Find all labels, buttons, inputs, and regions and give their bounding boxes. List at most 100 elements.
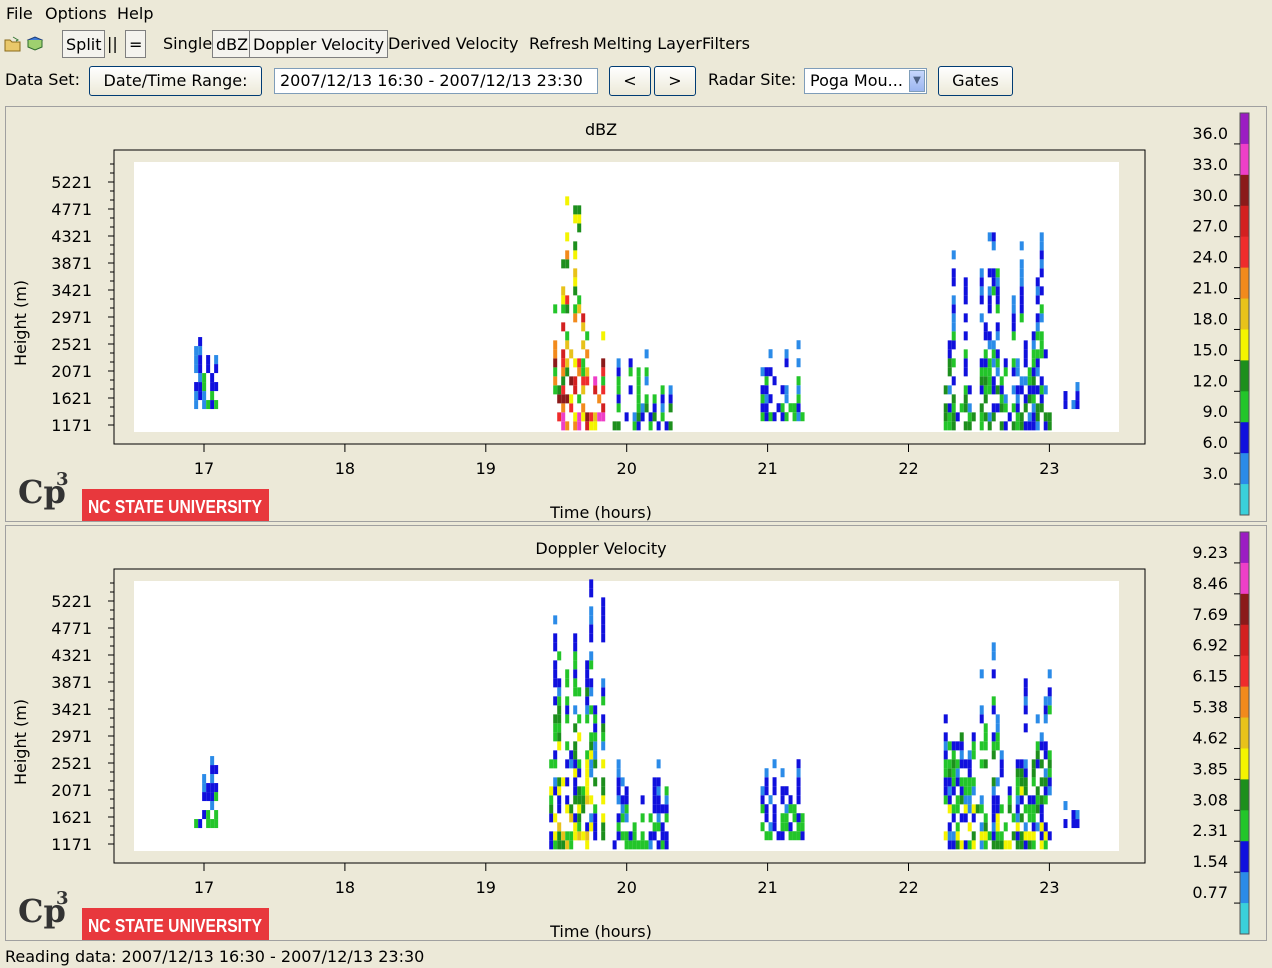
chevron-down-icon[interactable]: ▼: [909, 70, 925, 92]
heat-cell: [1011, 403, 1016, 413]
heat-cell: [796, 822, 801, 832]
menu-options[interactable]: Options: [45, 4, 107, 23]
heat-cell: [652, 412, 657, 422]
heat-cell: [788, 822, 793, 832]
heat-cell: [792, 813, 797, 823]
colorbar-segment: [1240, 748, 1249, 780]
heat-cell: [979, 714, 984, 724]
heat-cell: [1031, 421, 1036, 431]
heat-cell: [1035, 349, 1040, 359]
heat-cell: [589, 687, 594, 697]
heat-cell: [206, 364, 211, 374]
heat-cell: [796, 358, 801, 368]
heat-cell: [624, 813, 629, 823]
heat-cell: [995, 286, 1000, 296]
heat-cell: [947, 358, 952, 368]
heat-cell: [999, 768, 1004, 778]
menu-help[interactable]: Help: [117, 4, 153, 23]
heat-cell: [593, 831, 598, 841]
heat-cell: [995, 804, 1000, 814]
heat-cell: [1011, 313, 1016, 323]
heat-cell: [1019, 376, 1024, 386]
heat-cell: [1027, 421, 1032, 431]
heat-cell: [553, 750, 558, 760]
heat-cell: [214, 355, 219, 365]
y-tick-label: 5221: [51, 173, 92, 192]
heat-cell: [620, 804, 625, 814]
heat-cell: [593, 376, 598, 386]
heat-cell: [620, 795, 625, 805]
open-folder-icon[interactable]: [4, 36, 22, 52]
heat-cell: [1011, 421, 1016, 431]
date-range-field[interactable]: 2007/12/13 16:30 - 2007/12/13 23:30: [274, 68, 598, 94]
heat-cell: [549, 759, 554, 769]
heat-cell: [573, 642, 578, 652]
single-button[interactable]: Single: [160, 30, 215, 58]
heat-cell: [589, 651, 594, 661]
heat-cell: [967, 759, 972, 769]
heat-cell: [1039, 831, 1044, 841]
book-icon[interactable]: [26, 36, 44, 52]
heat-cell: [1023, 840, 1028, 850]
heat-cell: [983, 723, 988, 733]
heat-cell: [1071, 400, 1076, 410]
heat-cell: [979, 669, 984, 679]
heat-cell: [202, 810, 207, 820]
heat-cell: [577, 295, 582, 305]
heat-cell: [1031, 777, 1036, 787]
heat-cell: [585, 840, 590, 850]
heat-cell: [971, 732, 976, 742]
heat-cell: [1035, 331, 1040, 341]
heat-cell: [553, 831, 558, 841]
refresh-button[interactable]: Refresh: [526, 30, 592, 58]
heat-cell: [987, 295, 992, 305]
heat-cell: [206, 783, 211, 793]
heat-cell: [955, 741, 960, 751]
split-button[interactable]: Split: [62, 30, 106, 58]
next-button[interactable]: >: [654, 66, 696, 96]
heat-cell: [652, 804, 657, 814]
heat-cell: [632, 822, 637, 832]
heat-cell: [206, 792, 211, 802]
heat-cell: [1019, 313, 1024, 323]
heat-cell: [581, 795, 586, 805]
heat-cell: [565, 714, 570, 724]
dbz-button[interactable]: dBZ: [212, 30, 253, 58]
heat-cell: [577, 795, 582, 805]
heat-cell: [593, 750, 598, 760]
heat-cell: [983, 322, 988, 332]
heat-cell: [1031, 340, 1036, 350]
heat-cell: [593, 822, 598, 832]
equals-button[interactable]: =: [125, 30, 147, 58]
heat-cell: [1075, 400, 1080, 410]
date-time-range-button[interactable]: Date/Time Range:: [89, 66, 262, 96]
heat-cell: [214, 819, 219, 829]
heat-cell: [1035, 750, 1040, 760]
heat-cell: [565, 331, 570, 341]
derived-velocity-button[interactable]: Derived Velocity: [385, 30, 522, 58]
gates-button[interactable]: Gates: [938, 66, 1013, 96]
heat-cell: [589, 606, 594, 616]
filters-button[interactable]: Filters: [699, 30, 753, 58]
heat-cell: [995, 403, 1000, 413]
heat-cell: [1047, 759, 1052, 769]
heat-cell: [573, 633, 578, 643]
heat-cell: [792, 403, 797, 413]
x-tick-label: 22: [898, 459, 918, 478]
menu-file[interactable]: File: [6, 4, 33, 23]
previous-button[interactable]: <: [609, 66, 651, 96]
melting-layer-button[interactable]: Melting Layer: [590, 30, 705, 58]
parallel-button[interactable]: ||: [104, 30, 121, 58]
heat-cell: [585, 678, 590, 688]
heat-cell: [577, 358, 582, 368]
heat-cell: [1031, 367, 1036, 377]
radar-site-select[interactable]: Poga Mou... ▼: [804, 68, 927, 94]
heat-cell: [561, 777, 566, 787]
colorbar-segment: [1240, 205, 1249, 238]
heat-cell: [772, 822, 777, 832]
heat-cell: [660, 403, 665, 413]
doppler-velocity-button[interactable]: Doppler Velocity: [249, 30, 389, 58]
heat-cell: [1035, 795, 1040, 805]
heat-cell: [1035, 358, 1040, 368]
colorbar-segment: [1240, 686, 1249, 719]
